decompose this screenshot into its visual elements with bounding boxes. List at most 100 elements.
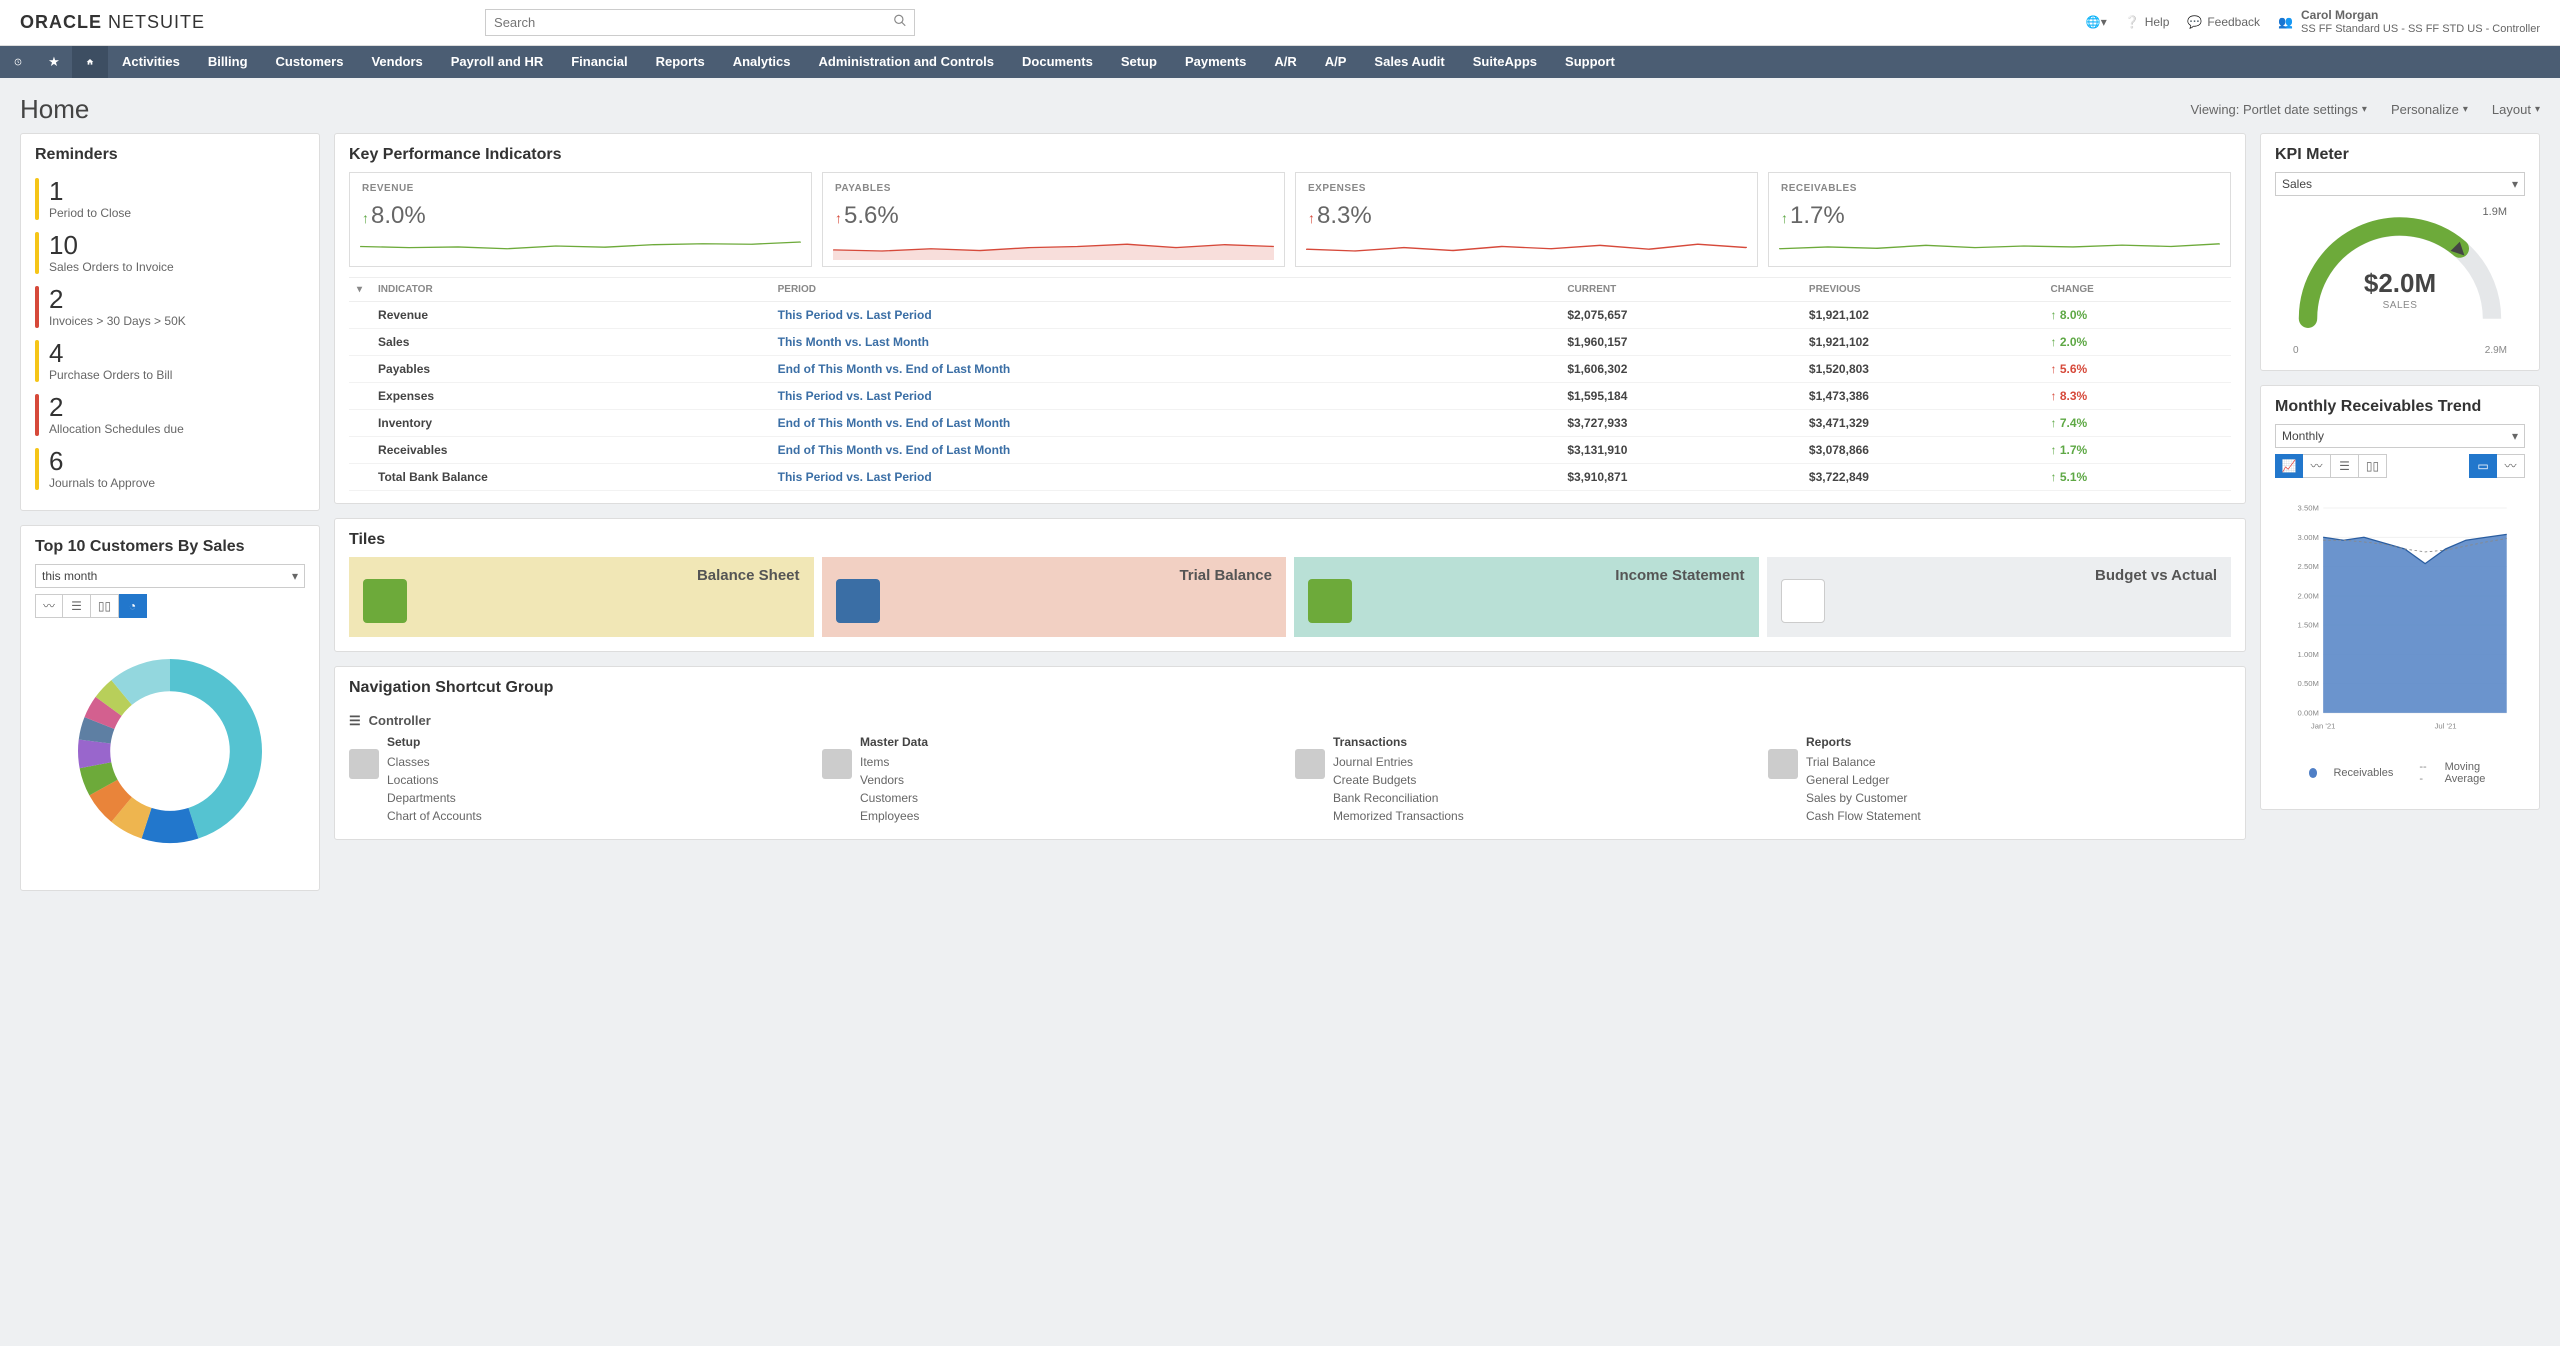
kpi-card[interactable]: PAYABLES ↑5.6% xyxy=(822,172,1285,267)
nav-analytics[interactable]: Analytics xyxy=(719,46,805,78)
gauge-max: 2.9M xyxy=(2485,345,2507,356)
kpi-row[interactable]: Total Bank BalanceThis Period vs. Last P… xyxy=(349,463,2231,490)
kpi-card[interactable]: REVENUE ↑8.0% xyxy=(349,172,812,267)
shortcut-link[interactable]: Locations xyxy=(387,771,482,789)
nav-suiteapps[interactable]: SuiteApps xyxy=(1459,46,1551,78)
shortcut-link[interactable]: Departments xyxy=(387,789,482,807)
view-list-icon[interactable]: ☰ xyxy=(63,594,91,618)
kpi-row[interactable]: PayablesEnd of This Month vs. End of Las… xyxy=(349,355,2231,382)
nav-ap[interactable]: A/P xyxy=(1311,46,1361,78)
header-right: 🌐▾ ❔ Help 💬 Feedback 👥 Carol Morgan SS F… xyxy=(2086,8,2540,37)
tile-trial-balance[interactable]: Trial Balance xyxy=(822,557,1287,637)
nav-customers[interactable]: Customers xyxy=(262,46,358,78)
help-link[interactable]: ❔ Help xyxy=(2125,15,2170,29)
mscale-icon-b[interactable]: 〰 xyxy=(2497,454,2525,478)
svg-text:3.50M: 3.50M xyxy=(2298,503,2319,512)
view-line-icon[interactable]: 〰 xyxy=(35,594,63,618)
app-header: ORACLE NETSUITE 🌐▾ ❔ Help 💬 Feedback 👥 C… xyxy=(0,0,2560,46)
kpi-card[interactable]: RECEIVABLES ↑1.7% xyxy=(1768,172,2231,267)
nav-admin[interactable]: Administration and Controls xyxy=(805,46,1009,78)
nav-ar[interactable]: A/R xyxy=(1260,46,1310,78)
nav-home-icon[interactable] xyxy=(72,46,108,78)
mview-line-icon[interactable]: 〰 xyxy=(2303,454,2331,478)
tiles-portlet: Tiles Balance Sheet Trial Balance Income… xyxy=(334,518,2246,652)
shortcut-link[interactable]: Classes xyxy=(387,753,482,771)
nav-support[interactable]: Support xyxy=(1551,46,1629,78)
nav-vendors[interactable]: Vendors xyxy=(357,46,436,78)
layout-option[interactable]: Layout▾ xyxy=(2492,102,2540,117)
user-menu[interactable]: 👥 Carol Morgan SS FF Standard US - SS FF… xyxy=(2278,8,2540,37)
reminder-item[interactable]: 6Journals to Approve xyxy=(35,442,305,496)
income-statement-icon xyxy=(1308,579,1352,623)
nav-billing[interactable]: Billing xyxy=(194,46,262,78)
shortcut-link[interactable]: Memorized Transactions xyxy=(1333,807,1464,825)
kpi-meter-gauge: 1.9M $2.0M SALES xyxy=(2275,196,2525,345)
kpi-expand-col[interactable]: ▾ xyxy=(349,277,370,301)
nav-activities[interactable]: Activities xyxy=(108,46,194,78)
monthly-period-select[interactable]: Monthly xyxy=(2275,424,2525,448)
shortcut-link[interactable]: Trial Balance xyxy=(1806,753,1921,771)
view-pie-icon[interactable]: ◔ xyxy=(119,594,147,618)
shortcut-link[interactable]: Bank Reconciliation xyxy=(1333,789,1464,807)
shortcut-link[interactable]: Chart of Accounts xyxy=(387,807,482,825)
reminder-item[interactable]: 10Sales Orders to Invoice xyxy=(35,226,305,280)
svg-text:2.00M: 2.00M xyxy=(2298,591,2319,600)
personalize-option[interactable]: Personalize▾ xyxy=(2391,102,2468,117)
svg-text:3.00M: 3.00M xyxy=(2298,533,2319,542)
top-customers-period-select[interactable]: this month xyxy=(35,564,305,588)
search-input[interactable] xyxy=(485,9,915,36)
shortcut-link[interactable]: Cash Flow Statement xyxy=(1806,807,1921,825)
nav-documents[interactable]: Documents xyxy=(1008,46,1107,78)
kpi-row[interactable]: ExpensesThis Period vs. Last Period$1,59… xyxy=(349,382,2231,409)
global-search xyxy=(485,9,915,36)
shortcut-link[interactable]: Items xyxy=(860,753,928,771)
svg-text:0.00M: 0.00M xyxy=(2298,708,2319,717)
reminder-item[interactable]: 2Allocation Schedules due xyxy=(35,388,305,442)
nav-setup[interactable]: Setup xyxy=(1107,46,1171,78)
nav-payments[interactable]: Payments xyxy=(1171,46,1260,78)
shortcut-link[interactable]: Employees xyxy=(860,807,928,825)
shortcut-group-icon xyxy=(1295,749,1325,779)
kpi-table: ▾ INDICATOR PERIOD CURRENT PREVIOUS CHAN… xyxy=(349,277,2231,491)
kpi-row[interactable]: ReceivablesEnd of This Month vs. End of … xyxy=(349,436,2231,463)
kpi-row[interactable]: RevenueThis Period vs. Last Period$2,075… xyxy=(349,301,2231,328)
mview-list-icon[interactable]: ☰ xyxy=(2331,454,2359,478)
shortcut-link[interactable]: Customers xyxy=(860,789,928,807)
tile-balance-sheet[interactable]: Balance Sheet xyxy=(349,557,814,637)
shortcut-link[interactable]: Journal Entries xyxy=(1333,753,1464,771)
mview-bar-icon[interactable]: ▯▯ xyxy=(2359,454,2387,478)
reminder-item[interactable]: 1Period to Close xyxy=(35,172,305,226)
globe-icon[interactable]: 🌐▾ xyxy=(2086,15,2107,29)
nav-reports[interactable]: Reports xyxy=(642,46,719,78)
nav-star-icon[interactable]: ★ xyxy=(36,46,72,78)
kpi-row[interactable]: SalesThis Month vs. Last Month$1,960,157… xyxy=(349,328,2231,355)
hamburger-icon[interactable]: ☰ xyxy=(349,713,361,729)
nav-payroll[interactable]: Payroll and HR xyxy=(437,46,557,78)
search-icon[interactable] xyxy=(893,14,907,31)
kpi-meter-select[interactable]: Sales xyxy=(2275,172,2525,196)
feedback-link[interactable]: 💬 Feedback xyxy=(2187,15,2260,29)
tile-income-statement[interactable]: Income Statement xyxy=(1294,557,1759,637)
kpi-row[interactable]: InventoryEnd of This Month vs. End of La… xyxy=(349,409,2231,436)
mscale-icon-a[interactable]: ▭ xyxy=(2469,454,2497,478)
reminder-item[interactable]: 2Invoices > 30 Days > 50K xyxy=(35,280,305,334)
view-bar-icon[interactable]: ▯▯ xyxy=(91,594,119,618)
nav-financial[interactable]: Financial xyxy=(557,46,641,78)
nav-recent-icon[interactable] xyxy=(0,46,36,78)
shortcuts-title: Navigation Shortcut Group xyxy=(335,667,2245,705)
mview-area-icon[interactable]: 📈 xyxy=(2275,454,2303,478)
kpi-card[interactable]: EXPENSES ↑8.3% xyxy=(1295,172,1758,267)
shortcut-link[interactable]: General Ledger xyxy=(1806,771,1921,789)
tile-budget-vs-actual[interactable]: Budget vs Actual xyxy=(1767,557,2232,637)
kpi-col-change: CHANGE xyxy=(2042,277,2231,301)
shortcut-link[interactable]: Create Budgets xyxy=(1333,771,1464,789)
reminder-item[interactable]: 4Purchase Orders to Bill xyxy=(35,334,305,388)
shortcut-link[interactable]: Sales by Customer xyxy=(1806,789,1921,807)
shortcut-column: SetupClassesLocationsDepartmentsChart of… xyxy=(349,735,812,825)
shortcut-link[interactable]: Vendors xyxy=(860,771,928,789)
gauge-value: $2.0M xyxy=(2275,268,2525,299)
viewing-option[interactable]: Viewing: Portlet date settings▾ xyxy=(2191,102,2367,117)
gauge-label: SALES xyxy=(2275,300,2525,311)
nav-sales-audit[interactable]: Sales Audit xyxy=(1360,46,1458,78)
kpi-portlet: Key Performance Indicators REVENUE ↑8.0%… xyxy=(334,133,2246,504)
